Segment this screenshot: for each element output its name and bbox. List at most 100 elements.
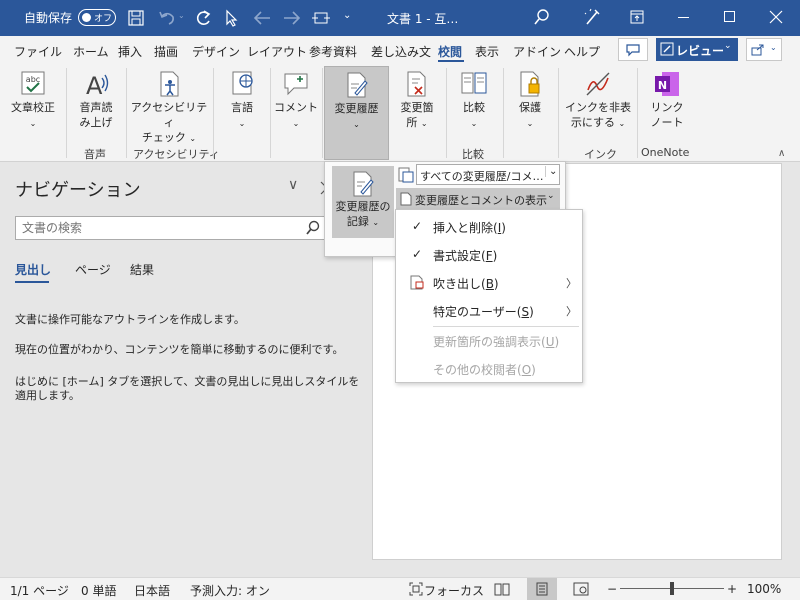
track-changes-icon [347,72,368,98]
protect-button[interactable]: 保護 ⌄ [508,66,552,140]
read-mode-icon[interactable] [494,582,510,596]
track-changes-button[interactable]: 変更履歴 ⌄ [324,66,389,160]
accessibility-icon [160,71,179,97]
menu-item-label: 吹き出し(B) [433,277,499,291]
group-label-onenote: OneNote [641,146,690,159]
autosave-label: 自動保存 [24,11,73,25]
close-icon[interactable] [769,10,783,24]
record-changes-label-2: 記録 [346,215,369,228]
changes-label-2: 所 [406,116,418,129]
menu-item-label: その他の校閲者(O) [433,363,536,377]
tab-design[interactable]: デザイン [192,43,240,60]
nav-tab-pages[interactable]: ページ [75,261,111,278]
search-box[interactable] [15,216,325,240]
hide-ink-button[interactable]: インクを非表 示にする ⌄ [562,66,634,140]
linked-notes-label-1: リンク [650,101,684,114]
nav-message-1: 文書に操作可能なアウトラインを作成します。 [15,313,245,326]
tab-view[interactable]: 表示 [475,43,499,60]
page-count[interactable]: 1/1 ページ [10,582,69,599]
accessibility-label-1: アクセシビリティ [130,101,208,129]
undo-dropdown-icon[interactable]: ⌄ [178,11,185,20]
read-aloud-icon: A [86,72,109,100]
zoom-in-button[interactable]: + [727,582,737,596]
minimize-icon[interactable] [678,17,689,18]
tab-help[interactable]: ヘルプ [564,43,600,60]
menu-item-formatting[interactable]: ✓ 書式設定(F) [396,241,582,269]
redo-icon[interactable] [194,9,212,27]
linked-notes-button[interactable]: N リンク ノート [642,66,692,140]
word-count[interactable]: 0 単語 [81,582,116,599]
chevron-down-icon: ⌄ [724,41,732,51]
tab-file[interactable]: ファイル [14,43,62,60]
accessibility-check-button[interactable]: アクセシビリティ チェック ⌄ [130,66,208,144]
tab-home[interactable]: ホーム [73,43,109,60]
back-arrow-icon[interactable] [253,11,271,25]
web-layout-icon[interactable] [573,582,589,596]
hide-ink-icon [586,72,610,96]
tab-layout[interactable]: レイアウト [247,43,307,60]
nav-tab-results[interactable]: 結果 [130,261,154,278]
new-comment-icon [284,73,308,96]
maximize-icon[interactable] [724,11,735,22]
focus-mode-icon[interactable] [409,582,423,596]
customize-qat-icon[interactable]: ⌄ [343,10,351,21]
group-separator [66,68,67,158]
comments-button[interactable] [618,38,648,61]
menu-item-balloons[interactable]: 吹き出し(B) 〉 [396,269,582,297]
read-aloud-button[interactable]: A 音声読 み上げ [70,66,122,140]
menu-item-label: 書式設定(F) [433,249,498,263]
ribbon-display-options-icon[interactable] [630,10,644,24]
record-changes-button[interactable]: 変更履歴の 記録 ⌄ [332,166,394,238]
autosave-toggle[interactable]: オフ [78,9,116,26]
undo-icon[interactable] [158,10,176,26]
show-markup-menu: ✓ 挿入と削除(I) ✓ 書式設定(F) 吹き出し(B) 〉 特定のユーザー(S… [395,209,583,383]
comment-button[interactable]: コメント ⌄ [274,66,318,140]
search-input[interactable] [16,217,301,239]
tab-insert[interactable]: 挿入 [118,43,142,60]
review-mode-button[interactable]: レビュー ⌄ [656,38,738,61]
designer-wand-icon[interactable] [584,8,600,26]
nav-tab-headings[interactable]: 見出し [15,261,51,278]
markup-select[interactable]: すべての変更履歴/コメ… ⌄ [416,164,560,185]
search-icon[interactable] [534,9,550,25]
tab-addins[interactable]: アドイン [513,43,561,60]
search-icon[interactable] [306,220,320,235]
nav-message-2: 現在の位置がわかり、コンテンツを簡単に移動するのに便利です。 [15,343,344,356]
zoom-slider-thumb[interactable] [670,582,674,595]
forward-arrow-icon[interactable] [283,11,301,25]
compare-button[interactable]: 比較 ⌄ [452,66,496,140]
tab-mailings[interactable]: 差し込み文 [371,43,431,60]
tab-draw[interactable]: 描画 [154,43,178,60]
share-chevron-icon: ⌄ [770,43,777,52]
select-pointer-icon[interactable] [225,9,239,27]
language-button[interactable]: 言語 ⌄ [220,66,264,140]
share-button[interactable]: ⌄ [746,38,782,61]
group-separator [558,68,559,158]
print-layout-button[interactable] [527,578,557,600]
menu-item-insert-delete[interactable]: ✓ 挿入と削除(I) [396,213,582,241]
predictive-input-status[interactable]: 予測入力: オン [190,582,270,599]
language-label: 言語 [231,101,253,114]
chevron-down-icon: ⌄ [353,120,360,129]
focus-mode-label[interactable]: フォーカス [424,582,484,599]
changes-button[interactable]: 変更箇所 ⌄ [394,66,440,140]
zoom-level[interactable]: 100% [747,582,781,596]
proofing-button[interactable]: abc 文章校正 ⌄ [4,66,62,140]
vertical-scrollbar[interactable] [786,163,800,577]
fit-width-icon[interactable] [312,12,330,24]
submenu-arrow-icon: 〉 [566,305,577,318]
review-mode-label: レビュー [676,44,725,58]
menu-item-specific-people[interactable]: 特定のユーザー(S) 〉 [396,297,582,325]
tab-review[interactable]: 校閲 [438,43,462,60]
tab-references[interactable]: 参考資料 [309,43,357,60]
pane-options-chevron-icon[interactable]: ∨ [288,177,298,193]
collapse-ribbon-icon[interactable]: ∧ [778,148,785,159]
toggle-state: オフ [94,14,113,24]
chevron-down-icon: ⌄ [420,119,428,128]
title-bar: 自動保存 オフ ⌄ ⌄ 文書 1 - 互… [0,0,800,36]
protect-lock-icon [520,71,540,97]
zoom-out-button[interactable]: − [607,582,617,596]
language-status[interactable]: 日本語 [134,582,170,599]
save-icon[interactable] [128,10,144,26]
show-markup-button[interactable]: 変更履歴とコメントの表示 ⌄ [396,188,560,210]
